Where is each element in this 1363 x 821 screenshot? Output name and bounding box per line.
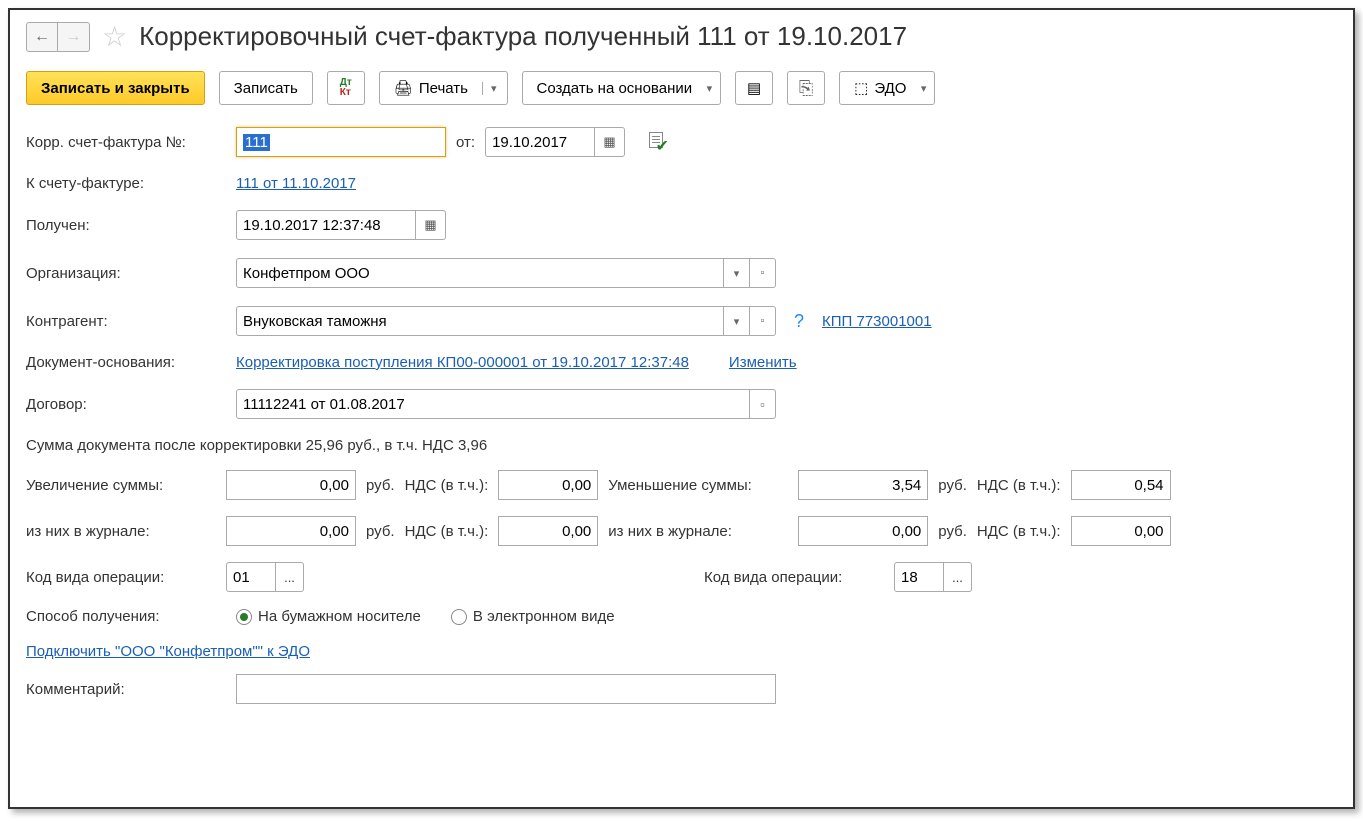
dec-amount-input[interactable] — [798, 470, 928, 500]
edo-icon: ⬚ — [854, 79, 868, 97]
contract-label: Договор: — [26, 396, 226, 413]
radio-paper[interactable]: На бумажном носителе — [236, 608, 421, 625]
comment-input[interactable] — [236, 674, 776, 704]
received-input[interactable] — [236, 210, 416, 240]
help-icon[interactable]: ? — [794, 311, 804, 332]
nav-back-button[interactable]: ← — [26, 22, 58, 52]
report-button[interactable]: ▤ — [735, 71, 773, 105]
radio-icon — [451, 609, 467, 625]
comment-label: Комментарий: — [26, 681, 226, 698]
invoice-no-label: Корр. счет-фактура №: — [26, 134, 226, 151]
contr-label: Контрагент: — [26, 313, 226, 330]
edo-connect-link[interactable]: Подключить "ООО "Конфетпром"" к ЭДО — [26, 643, 310, 660]
code2-input[interactable] — [894, 562, 944, 592]
code1-label: Код вида операции: — [26, 569, 216, 586]
org-dropdown-button[interactable]: ▾ — [724, 258, 750, 288]
contr-open-button[interactable]: ▫ — [750, 306, 776, 336]
nav-forward-button[interactable]: → — [58, 22, 90, 52]
kpp-link[interactable]: КПП 773001001 — [822, 313, 932, 330]
from-label: от: — [456, 134, 475, 151]
calendar-icon: ▦ — [603, 134, 615, 150]
inc-amount-input[interactable] — [226, 470, 356, 500]
basis-edit-link[interactable]: Изменить — [729, 354, 797, 371]
calendar-icon: ▦ — [424, 217, 436, 233]
contr-dropdown-button[interactable]: ▾ — [724, 306, 750, 336]
dec-vat-input[interactable] — [1071, 470, 1171, 500]
to-invoice-link[interactable]: 111 от 11.10.2017 — [236, 175, 356, 192]
code1-input[interactable] — [226, 562, 276, 592]
chevron-down-icon: ▾ — [482, 82, 497, 95]
radio-icon — [236, 609, 252, 625]
received-label: Получен: — [26, 217, 226, 234]
org-input[interactable] — [236, 258, 724, 288]
date-input[interactable] — [485, 127, 595, 157]
code2-label: Код вида операции: — [704, 569, 884, 586]
print-button[interactable]: 🖨 Печать ▾ — [379, 71, 508, 105]
invoice-no-input[interactable]: 111 — [236, 127, 446, 157]
org-label: Организация: — [26, 265, 226, 282]
document-icon: ▤ — [747, 79, 761, 97]
save-close-button[interactable]: Записать и закрыть — [26, 71, 205, 105]
contract-open-button[interactable]: ▫ — [750, 389, 776, 419]
inc-vat-input[interactable] — [498, 470, 598, 500]
printer-icon: 🖨 — [394, 79, 413, 97]
received-calendar-button[interactable]: ▦ — [416, 210, 446, 240]
org-open-button[interactable]: ▫ — [750, 258, 776, 288]
dtkt-icon: ДтКт — [340, 78, 352, 98]
basis-link[interactable]: Корректировка поступления КП00-000001 от… — [236, 354, 689, 371]
radio-electronic[interactable]: В электронном виде — [451, 608, 615, 625]
method-label: Способ получения: — [26, 608, 226, 625]
dec-journal-vat-input[interactable] — [1071, 516, 1171, 546]
sum-text: Сумма документа после корректировки 25,9… — [26, 437, 1337, 454]
attach-button[interactable]: ⎘ — [787, 71, 825, 105]
edo-button[interactable]: ⬚ ЭДО — [839, 71, 935, 105]
paperclip-icon: ⎘ — [799, 78, 813, 99]
dtkt-button[interactable]: ДтКт — [327, 71, 365, 105]
create-based-button[interactable]: Создать на основании — [522, 71, 722, 105]
status-ok-icon: ✔ — [649, 132, 663, 152]
dec-label: Уменьшение суммы: — [608, 477, 788, 494]
contr-input[interactable] — [236, 306, 724, 336]
header: ← → ☆ Корректировочный счет-фактура полу… — [26, 20, 1337, 53]
contract-input[interactable] — [236, 389, 750, 419]
inc-journal-label: из них в журнале: — [26, 523, 216, 540]
save-button[interactable]: Записать — [219, 71, 313, 105]
dec-journal-label: из них в журнале: — [608, 523, 788, 540]
code1-select-button[interactable]: ... — [276, 562, 304, 592]
to-invoice-label: К счету-фактуре: — [26, 175, 226, 192]
code2-select-button[interactable]: ... — [944, 562, 972, 592]
favorite-star-icon[interactable]: ☆ — [102, 20, 127, 53]
inc-journal-vat-input[interactable] — [498, 516, 598, 546]
basis-label: Документ-основания: — [26, 354, 226, 371]
inc-label: Увеличение суммы: — [26, 477, 216, 494]
calendar-button[interactable]: ▦ — [595, 127, 625, 157]
page-title: Корректировочный счет-фактура полученный… — [139, 21, 907, 52]
toolbar: Записать и закрыть Записать ДтКт 🖨 Печат… — [26, 71, 1337, 105]
inc-journal-input[interactable] — [226, 516, 356, 546]
dec-journal-input[interactable] — [798, 516, 928, 546]
